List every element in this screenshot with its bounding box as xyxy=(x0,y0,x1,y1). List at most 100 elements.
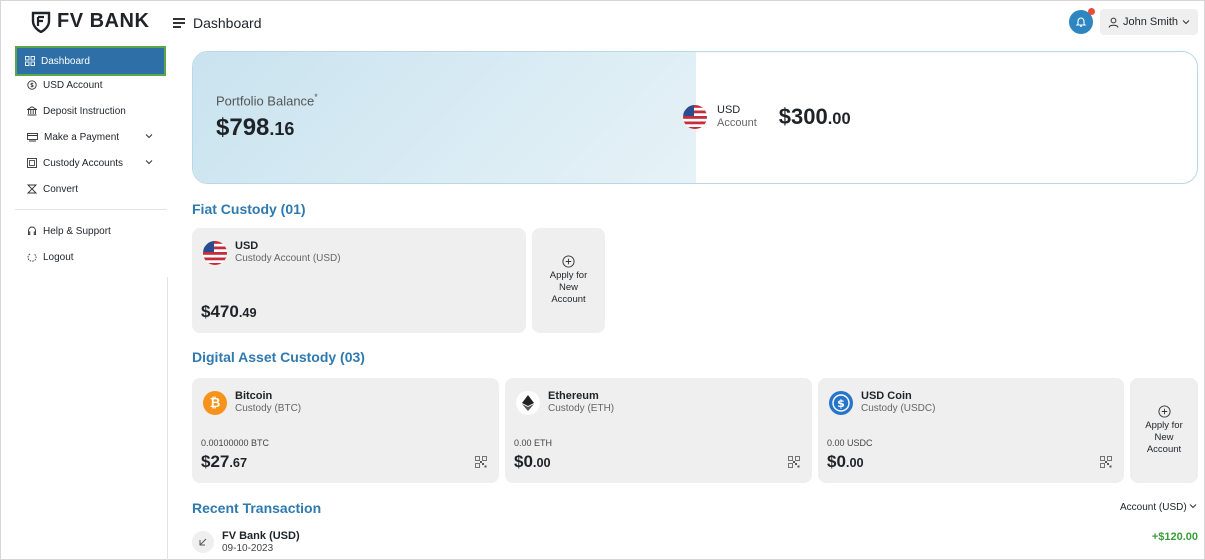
user-menu-button[interactable]: John Smith xyxy=(1100,9,1198,35)
card-amount-main: $470 xyxy=(201,302,239,321)
portfolio-balance-value: $798.16 xyxy=(216,114,294,142)
usd-account-subtitle: Account xyxy=(717,117,757,129)
us-flag-icon xyxy=(203,240,227,265)
card-amount: $0.00 xyxy=(514,452,551,472)
payment-icon xyxy=(27,133,38,142)
apply-label: Apply for New Account xyxy=(549,270,588,305)
power-icon xyxy=(27,253,37,262)
bitcoin-custody-card[interactable]: ₿ Bitcoin Custody (BTC) 0.00100000 BTC $… xyxy=(192,378,499,483)
brand-name: FV BANK xyxy=(57,10,150,32)
usd-account-value: $300.00 xyxy=(779,104,851,130)
sidebar-item-label: Logout xyxy=(43,251,74,263)
qr-code-icon[interactable] xyxy=(788,456,800,468)
card-subtitle: Custody Account (USD) xyxy=(235,253,341,264)
arrow-down-left-icon xyxy=(192,531,214,553)
card-amount-cents: .00 xyxy=(845,455,864,470)
page-title: Dashboard xyxy=(193,15,262,31)
apply-new-fiat-account-button[interactable]: Apply for New Account xyxy=(532,228,605,333)
sidebar-border xyxy=(167,277,168,560)
notifications-button[interactable] xyxy=(1069,8,1095,34)
card-title: USD xyxy=(235,240,259,252)
qr-code-icon[interactable] xyxy=(1100,456,1112,468)
portfolio-balance-cents: .16 xyxy=(269,119,295,139)
grid-icon xyxy=(25,56,35,66)
top-bar: FV BANK Dashboard John Smith xyxy=(1,1,1205,45)
bank-icon xyxy=(27,106,37,116)
shield-logo-icon xyxy=(31,11,51,33)
recent-transaction-title: Recent Transaction xyxy=(192,500,322,516)
headset-icon xyxy=(28,226,36,235)
usd-coin-custody-card[interactable]: $ USD Coin Custody (USDC) 0.00 USDC $0.0… xyxy=(818,378,1124,483)
card-amount: $470.49 xyxy=(201,302,257,322)
fiat-custody-title: Fiat Custody (01) xyxy=(192,201,306,217)
sidebar-item-custody-accounts[interactable]: Custody Accounts xyxy=(19,152,163,174)
notification-badge xyxy=(1088,8,1095,15)
portfolio-balance-panel: Portfolio Balance* $798.16 xyxy=(193,52,696,183)
ethereum-icon xyxy=(516,390,540,415)
card-amount-cents: .67 xyxy=(229,455,248,470)
us-flag-icon xyxy=(683,105,707,129)
card-amount-main: $27 xyxy=(201,452,230,471)
transaction-date: 09-10-2023 xyxy=(222,543,274,554)
usd-account-title: USD xyxy=(717,104,741,116)
card-amount: $0.00 xyxy=(827,452,864,472)
card-subtitle: Custody (BTC) xyxy=(235,403,302,414)
vault-icon xyxy=(27,158,37,168)
sidebar-item-dashboard[interactable]: Dashboard xyxy=(15,46,166,76)
usd-account-value-cents: .00 xyxy=(827,110,851,128)
account-filter-dropdown[interactable]: Account (USD) xyxy=(1120,502,1197,513)
bell-icon xyxy=(1075,17,1087,27)
sidebar-item-label: Convert xyxy=(43,183,79,195)
brand-logo[interactable]: FV BANK xyxy=(31,10,149,33)
sidebar-item-deposit-instruction[interactable]: Deposit Instruction xyxy=(19,100,163,122)
dollar-circle-icon xyxy=(27,80,37,90)
card-amount-cents: .00 xyxy=(532,455,551,470)
portfolio-balance-label-text: Portfolio Balance xyxy=(216,93,315,109)
card-subtitle: Custody (ETH) xyxy=(548,403,615,414)
card-crypto-balance: 0.00 ETH xyxy=(514,438,553,448)
card-crypto-balance: 0.00 USDC xyxy=(827,438,873,448)
card-amount-main: $0 xyxy=(514,452,533,471)
sidebar-item-convert[interactable]: Convert xyxy=(19,178,163,200)
sidebar: Dashboard USD Account Deposit Instructio… xyxy=(1,45,169,560)
sidebar-item-make-a-payment[interactable]: Make a Payment xyxy=(19,126,163,148)
qr-code-icon[interactable] xyxy=(475,456,487,468)
card-crypto-balance: 0.00100000 BTC xyxy=(201,438,270,448)
plus-circle-icon xyxy=(562,255,575,268)
sidebar-item-label: Help & Support xyxy=(43,225,111,237)
account-filter-value: Account (USD) xyxy=(1120,502,1187,513)
digital-asset-custody-title: Digital Asset Custody (03) xyxy=(192,349,365,365)
ethereum-custody-card[interactable]: Ethereum Custody (ETH) 0.00 ETH $0.00 xyxy=(505,378,812,483)
chevron-down-icon xyxy=(145,160,153,165)
chevron-down-icon xyxy=(1190,504,1197,509)
chevron-down-icon xyxy=(1182,20,1190,25)
portfolio-balance-label: Portfolio Balance* xyxy=(216,92,318,108)
bitcoin-icon: ₿ xyxy=(203,390,227,415)
transaction-name: FV Bank (USD) xyxy=(222,530,300,542)
card-header: Ethereum Custody (ETH) xyxy=(516,390,614,415)
sidebar-item-label: Make a Payment xyxy=(44,131,120,143)
sidebar-item-label: USD Account xyxy=(43,79,103,91)
card-title: Bitcoin xyxy=(235,390,273,402)
sidebar-item-usd-account[interactable]: USD Account xyxy=(19,74,163,96)
chevron-down-icon xyxy=(145,134,153,139)
usd-account-summary[interactable]: USD Account $300.00 xyxy=(683,104,851,130)
page-header: Dashboard xyxy=(173,15,262,31)
sidebar-item-help-support[interactable]: Help & Support xyxy=(19,220,163,242)
sidebar-item-logout[interactable]: Logout xyxy=(19,246,163,268)
transaction-row[interactable]: FV Bank (USD) 09-10-2023 +$120.00 xyxy=(192,527,1198,560)
usd-account-value-main: $300 xyxy=(778,104,828,129)
hamburger-menu-icon[interactable] xyxy=(173,18,185,28)
apply-new-digital-account-button[interactable]: Apply for New Account xyxy=(1130,378,1198,483)
sidebar-item-label: Deposit Instruction xyxy=(43,105,126,117)
sidebar-divider xyxy=(15,209,167,210)
usd-custody-card[interactable]: USD Custody Account (USD) $470.49 xyxy=(192,228,526,333)
sidebar-item-label: Dashboard xyxy=(41,55,90,67)
plus-circle-icon xyxy=(1157,405,1171,418)
convert-icon xyxy=(27,184,37,194)
card-header: $ USD Coin Custody (USDC) xyxy=(829,390,935,415)
card-amount: $27.67 xyxy=(201,452,247,472)
card-title: Ethereum xyxy=(548,390,599,402)
card-amount-cents: .49 xyxy=(238,305,257,320)
card-amount-main: $0 xyxy=(827,452,846,471)
